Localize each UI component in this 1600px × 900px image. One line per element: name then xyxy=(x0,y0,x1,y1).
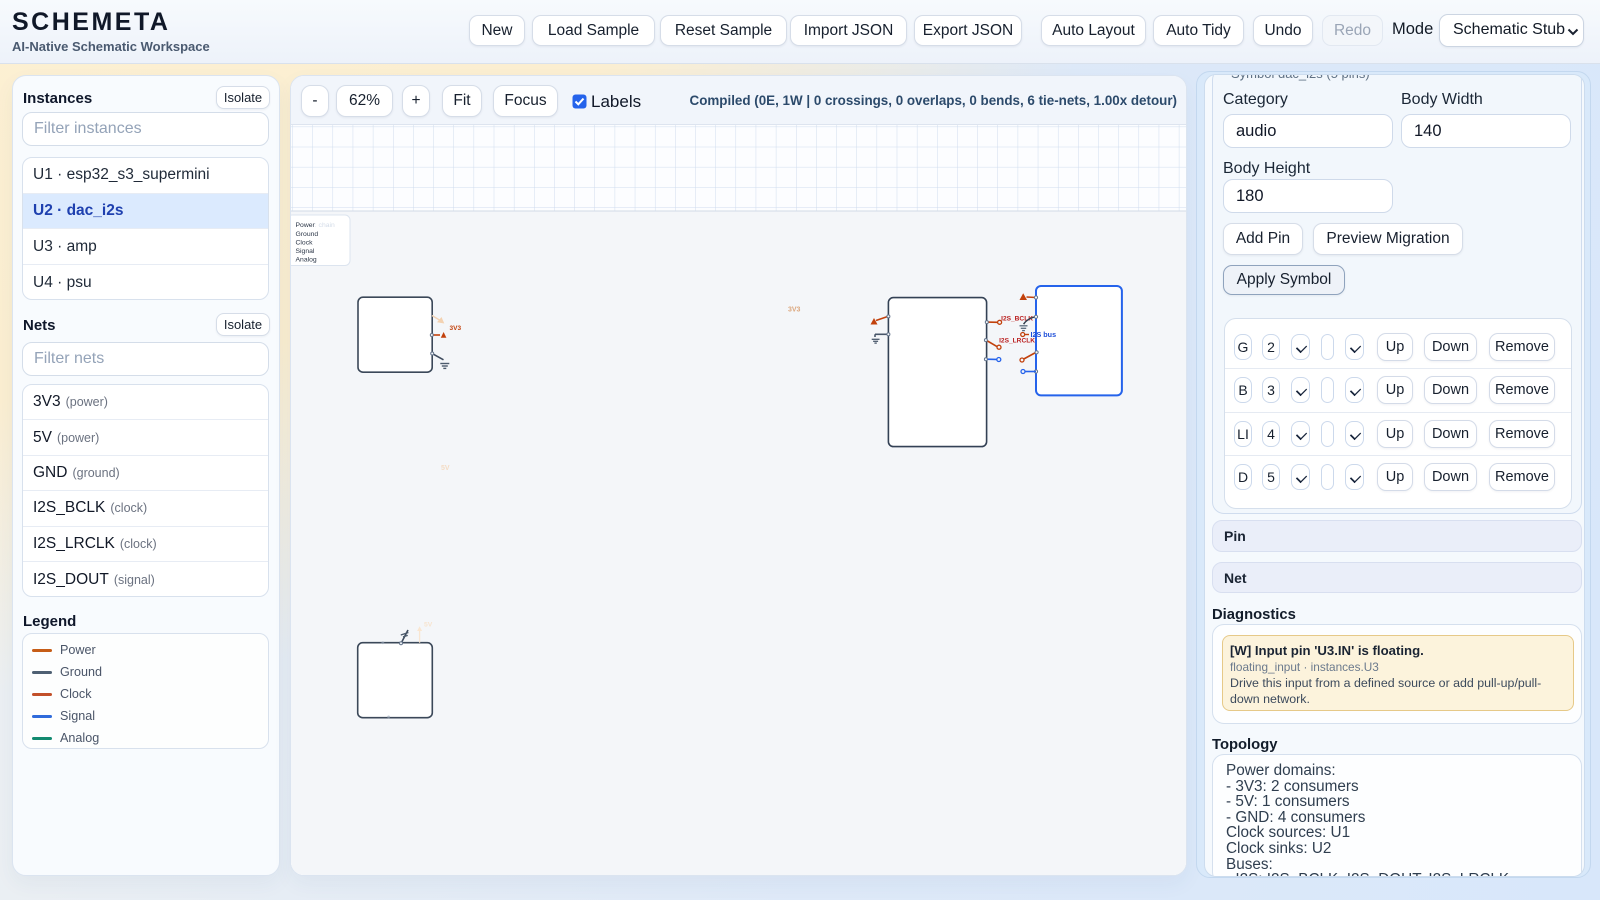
svg-text:Power: chain: Power: chain xyxy=(296,222,336,229)
svg-text:Analog: Analog xyxy=(296,257,317,264)
svg-text:Signal: Signal xyxy=(296,248,315,255)
svg-text:5V: 5V xyxy=(424,622,433,629)
svg-text:3V3: 3V3 xyxy=(788,307,801,314)
svg-text:Ground: Ground xyxy=(296,231,319,238)
svg-text:Clock: Clock xyxy=(296,240,314,247)
svg-text:I2S_LRCLK: I2S_LRCLK xyxy=(999,337,1035,344)
svg-text:3V3: 3V3 xyxy=(450,325,462,332)
svg-text:5V: 5V xyxy=(441,465,450,472)
